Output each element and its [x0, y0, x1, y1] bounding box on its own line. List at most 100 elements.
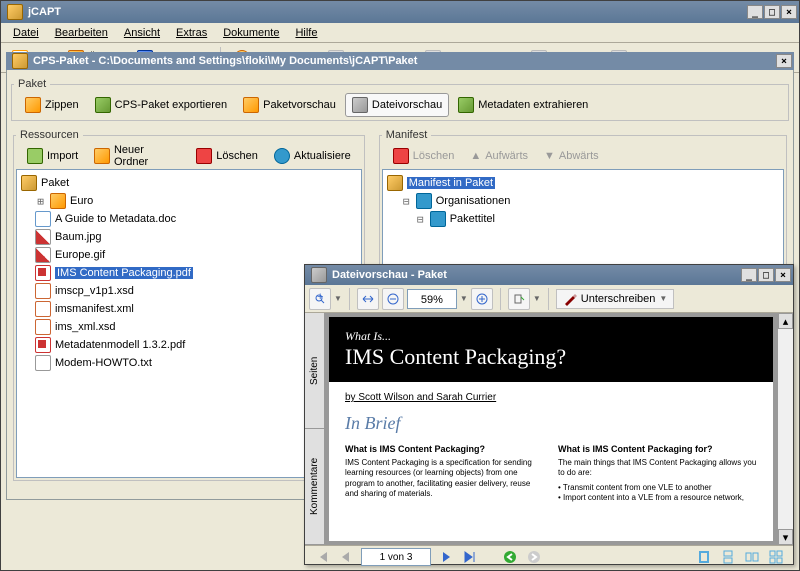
- zip-icon: [25, 97, 41, 113]
- minimize-button[interactable]: _: [747, 5, 763, 19]
- document-viewport[interactable]: What Is... IMS Content Packaging? by Sco…: [325, 313, 777, 545]
- zip-button[interactable]: Zippen: [18, 93, 86, 117]
- last-page-button[interactable]: [461, 548, 479, 566]
- menu-extras[interactable]: Extras: [168, 25, 215, 41]
- menu-bearbeiten[interactable]: Bearbeiten: [47, 25, 116, 41]
- dropdown-icon[interactable]: ▼: [334, 294, 342, 303]
- file-label: Metadatenmodell 1.3.2.pdf: [55, 339, 185, 351]
- preview-icon: [243, 97, 259, 113]
- manifest-up-button[interactable]: ▲Aufwärts: [463, 146, 535, 166]
- next-page-button[interactable]: [437, 548, 455, 566]
- delete-resource-button[interactable]: Löschen: [189, 144, 265, 168]
- doc-overline: What Is...: [345, 329, 757, 344]
- collapse-icon[interactable]: ⊟: [415, 213, 426, 226]
- svg-text:+: +: [317, 293, 323, 303]
- doc-q1: What is IMS Content Packaging?: [345, 444, 544, 454]
- org-icon: [416, 193, 432, 209]
- import-icon: [27, 148, 43, 164]
- org-icon: [430, 211, 446, 227]
- tree-root-paket[interactable]: Paket: [21, 174, 357, 192]
- file-preview-button[interactable]: Dateivorschau: [345, 93, 449, 117]
- import-button[interactable]: Import: [20, 144, 85, 168]
- manifest-org[interactable]: ⊟Organisationen: [387, 192, 779, 210]
- forward-button[interactable]: [525, 548, 543, 566]
- preview-close-button[interactable]: ×: [775, 268, 791, 282]
- preview-title: Dateivorschau - Paket: [332, 269, 741, 281]
- separator: [349, 288, 350, 310]
- tree-folder-euro[interactable]: ⊞Euro: [21, 192, 357, 210]
- file-icon: [35, 229, 51, 245]
- tree-file[interactable]: Europe.gif: [21, 246, 357, 264]
- file-label: A Guide to Metadata.doc: [55, 213, 176, 225]
- folder-icon: [50, 193, 66, 209]
- doc-b2: • Import content into a VLE from a resou…: [558, 493, 757, 503]
- zoom-value[interactable]: 59%: [407, 289, 457, 309]
- paket-group-label: Paket: [14, 78, 50, 90]
- scroll-up-icon[interactable]: ▴: [778, 313, 793, 329]
- doc-byline: by Scott Wilson and Sarah Currier: [345, 392, 757, 403]
- package-preview-button[interactable]: Paketvorschau: [236, 93, 343, 117]
- manifest-down-button[interactable]: ▼Abwärts: [537, 146, 606, 166]
- manifest-pakettitel[interactable]: ⊟Pakettitel: [387, 210, 779, 228]
- collapse-icon[interactable]: ⊟: [401, 195, 412, 208]
- view-facing-button[interactable]: [743, 548, 761, 566]
- tree-file[interactable]: Baum.jpg: [21, 228, 357, 246]
- preview-min-button[interactable]: _: [741, 268, 757, 282]
- preview-max-button[interactable]: □: [758, 268, 774, 282]
- first-page-button[interactable]: [313, 548, 331, 566]
- expand-icon[interactable]: ⊞: [35, 195, 46, 208]
- refresh-button[interactable]: Aktualisiere: [267, 144, 358, 168]
- menu-datei[interactable]: Datei: [5, 25, 47, 41]
- export-icon: [95, 97, 111, 113]
- file-label: Modem-HOWTO.txt: [55, 357, 152, 369]
- page-indicator[interactable]: 1 von 3: [361, 548, 431, 566]
- dropdown-icon[interactable]: ▼: [533, 294, 541, 303]
- export-button[interactable]: CPS-Paket exportieren: [88, 93, 235, 117]
- file-label: ims_xml.xsd: [55, 321, 116, 333]
- refresh-icon: [274, 148, 290, 164]
- sign-button[interactable]: Unterschreiben ▼: [556, 289, 675, 309]
- extract-metadata-button[interactable]: Metadaten extrahieren: [451, 93, 595, 117]
- vertical-scrollbar[interactable]: ▴ ▾: [777, 313, 793, 545]
- inner-icon: [12, 53, 28, 69]
- file-icon: [35, 301, 51, 317]
- file-icon: [35, 211, 51, 227]
- doc-a1: IMS Content Packaging is a specification…: [345, 458, 544, 500]
- view-continuous-button[interactable]: [719, 548, 737, 566]
- menu-ansicht[interactable]: Ansicht: [116, 25, 168, 41]
- file-icon: [35, 355, 51, 371]
- manifest-delete-button[interactable]: Löschen: [386, 144, 462, 168]
- view-continuous-facing-button[interactable]: [767, 548, 785, 566]
- delete-icon: [393, 148, 409, 164]
- up-icon: ▲: [470, 150, 481, 162]
- file-label: imscp_v1p1.xsd: [55, 285, 134, 297]
- manifest-root[interactable]: Manifest in Paket: [387, 174, 779, 192]
- new-folder-button[interactable]: Neuer Ordner: [87, 140, 187, 172]
- doc-a2: The main things that IMS Content Packagi…: [558, 458, 757, 479]
- zoom-out-button[interactable]: [382, 288, 404, 310]
- maximize-button[interactable]: □: [764, 5, 780, 19]
- dropdown-icon[interactable]: ▼: [460, 294, 468, 303]
- menu-hilfe[interactable]: Hilfe: [287, 25, 325, 41]
- scroll-track[interactable]: [778, 329, 793, 529]
- down-icon: ▼: [544, 150, 555, 162]
- fit-width-button[interactable]: [357, 288, 379, 310]
- view-single-button[interactable]: [695, 548, 713, 566]
- resources-panel-title: Ressourcen: [16, 129, 83, 141]
- tool-button[interactable]: [508, 288, 530, 310]
- comments-tab[interactable]: Kommentare: [305, 429, 324, 545]
- prev-page-button[interactable]: [337, 548, 355, 566]
- tree-file[interactable]: A Guide to Metadata.doc: [21, 210, 357, 228]
- app-icon: [7, 4, 23, 20]
- file-label: IMS Content Packaging.pdf: [55, 267, 193, 279]
- zoom-marquee-button[interactable]: +: [309, 288, 331, 310]
- inner-close-button[interactable]: ×: [776, 54, 792, 68]
- back-button[interactable]: [501, 548, 519, 566]
- scroll-down-icon[interactable]: ▾: [778, 529, 793, 545]
- zoom-in-button[interactable]: [471, 288, 493, 310]
- doc-b1: • Transmit content from one VLE to anoth…: [558, 483, 757, 493]
- close-button[interactable]: ×: [781, 5, 797, 19]
- menu-dokumente[interactable]: Dokumente: [215, 25, 287, 41]
- meta-icon: [458, 97, 474, 113]
- pages-tab[interactable]: Seiten: [305, 313, 324, 429]
